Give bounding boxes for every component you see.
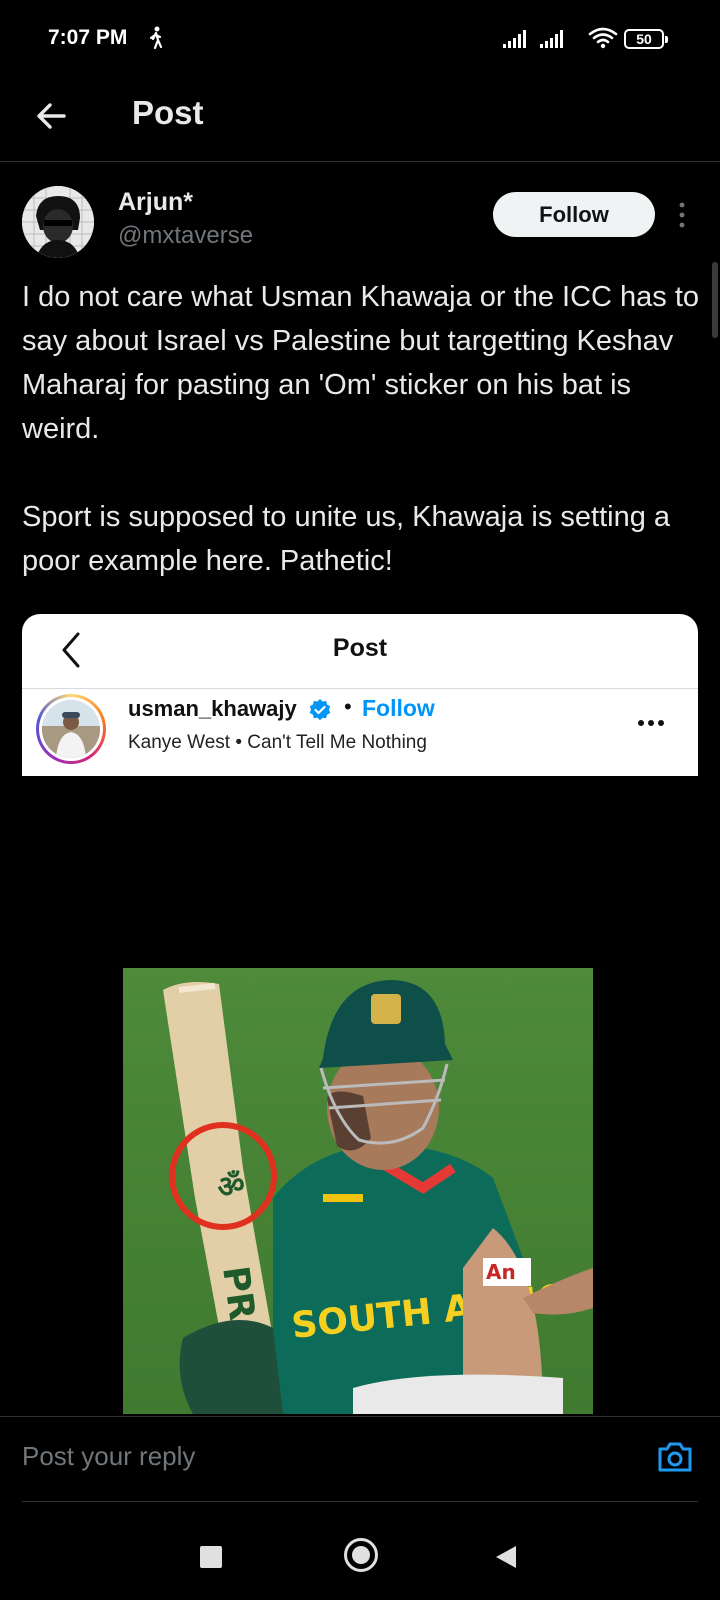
signal-icon bbox=[503, 30, 526, 48]
recents-icon[interactable] bbox=[200, 1546, 222, 1568]
sponsor-text: An bbox=[486, 1260, 516, 1284]
signal-icon-2 bbox=[540, 30, 563, 48]
photo-illustration: ॐ PR SOUTH AFRICA An bbox=[123, 968, 593, 1414]
bat-text: PR bbox=[214, 1264, 262, 1323]
embedded-instagram-header: Post usman_khawajy • Follow Kanye West •… bbox=[22, 614, 698, 776]
status-time: 7:07 PM bbox=[48, 26, 128, 49]
walk-icon bbox=[149, 26, 163, 50]
post-paragraph: Sport is supposed to unite us, Khawaja i… bbox=[22, 501, 671, 577]
follow-button[interactable]: Follow bbox=[493, 192, 655, 237]
more-vertical-icon[interactable] bbox=[676, 200, 688, 230]
embedded-title: Post bbox=[332, 634, 388, 662]
embedded-follow-label: Follow bbox=[362, 695, 435, 721]
separator-dot: • bbox=[344, 694, 352, 719]
post-paragraph: I do not care what Usman Khawaja or the … bbox=[22, 281, 700, 445]
more-horizontal-icon bbox=[638, 720, 664, 726]
verified-badge-icon bbox=[309, 699, 331, 721]
divider bbox=[22, 688, 698, 689]
post-body: I do not care what Usman Khawaja or the … bbox=[22, 275, 702, 627]
back-icon[interactable] bbox=[494, 1544, 518, 1570]
reply-composer: Post your reply bbox=[0, 1416, 720, 1502]
author-handle[interactable]: @mxtaverse bbox=[118, 222, 253, 250]
author-avatar[interactable] bbox=[22, 186, 94, 258]
battery-icon: 50 bbox=[624, 29, 668, 49]
post-media[interactable]: Post usman_khawajy • Follow Kanye West •… bbox=[22, 614, 698, 1414]
wifi-icon bbox=[588, 27, 618, 49]
author-name[interactable]: Arjun* bbox=[118, 188, 193, 217]
scrollbar-thumb[interactable] bbox=[712, 262, 718, 338]
avatar-image bbox=[22, 186, 94, 258]
top-app-bar: Post bbox=[0, 80, 720, 162]
cricketer-photo: ॐ PR SOUTH AFRICA An bbox=[123, 968, 593, 1414]
arrow-left-icon[interactable] bbox=[30, 94, 74, 138]
avatar-image bbox=[42, 700, 100, 758]
embedded-username: usman_khawajy bbox=[128, 696, 297, 721]
home-icon[interactable] bbox=[344, 1538, 378, 1572]
embedded-music-info: Kanye West • Can't Tell Me Nothing bbox=[128, 732, 427, 753]
camera-icon[interactable] bbox=[656, 1439, 694, 1475]
embedded-avatar bbox=[36, 694, 106, 764]
reply-input[interactable]: Post your reply bbox=[22, 1441, 195, 1472]
svg-text:ॐ: ॐ bbox=[215, 1167, 247, 1205]
page-title: Post bbox=[132, 94, 204, 131]
status-bar: 7:07 PM 50 bbox=[0, 0, 720, 80]
system-navigation-bar bbox=[0, 1502, 720, 1600]
